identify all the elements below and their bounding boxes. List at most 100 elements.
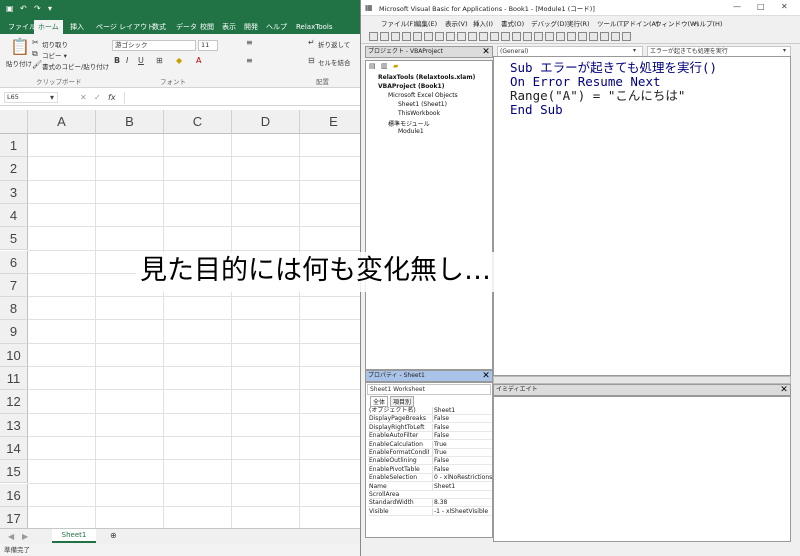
- row-header[interactable]: 2: [0, 157, 28, 181]
- prev-sheet-icon[interactable]: ◀: [8, 532, 14, 542]
- project-close-icon[interactable]: ✕: [481, 47, 491, 57]
- cut-button[interactable]: 切り取り: [42, 39, 68, 49]
- toolbar-button-icon[interactable]: [490, 32, 499, 41]
- property-value[interactable]: True: [432, 440, 492, 448]
- toolbar-button-icon[interactable]: [622, 32, 631, 41]
- vbe-menu-item[interactable]: ファイル(F): [381, 18, 416, 28]
- ribbon-tab[interactable]: 校閲: [196, 20, 218, 34]
- ribbon-tab[interactable]: RelaxTools: [292, 20, 336, 34]
- font-color-icon[interactable]: A: [196, 56, 201, 66]
- vbe-menu-item[interactable]: 表示(V): [445, 18, 468, 28]
- property-value[interactable]: False: [432, 457, 492, 465]
- column-header[interactable]: A: [28, 110, 96, 134]
- row-header[interactable]: 9: [0, 320, 28, 344]
- code-line[interactable]: Range("A") = "こんにちは": [510, 89, 685, 103]
- property-value[interactable]: -1 - xlSheetVisible: [432, 507, 492, 515]
- toolbar-button-icon[interactable]: [380, 32, 389, 41]
- formula-input[interactable]: [124, 92, 364, 104]
- immediate-close-icon[interactable]: ✕: [779, 385, 789, 395]
- property-row[interactable]: DisplayPageBreaks False: [368, 415, 492, 424]
- properties-close-icon[interactable]: ✕: [481, 371, 491, 381]
- properties-object-combo[interactable]: Sheet1 Worksheet: [367, 384, 491, 395]
- paste-button[interactable]: 貼り付け: [6, 58, 32, 68]
- merge-button[interactable]: セルを結合: [318, 57, 351, 67]
- vbe-menu-item[interactable]: デバッグ(D): [531, 18, 567, 28]
- add-sheet-icon[interactable]: ⊕: [110, 531, 117, 541]
- redo-icon[interactable]: ↷: [34, 4, 41, 14]
- select-all-corner[interactable]: [0, 110, 28, 134]
- toolbar-button-icon[interactable]: [567, 32, 576, 41]
- wrap-text-icon[interactable]: ↵: [308, 38, 315, 48]
- property-value[interactable]: False: [432, 432, 492, 440]
- fill-color-icon[interactable]: ◆: [176, 56, 182, 66]
- property-value[interactable]: False: [432, 465, 492, 473]
- vbe-menu-item[interactable]: 実行(R): [567, 18, 590, 28]
- format-painter-icon[interactable]: 🖌: [32, 60, 42, 70]
- insert-function-icon[interactable]: fx: [108, 93, 116, 103]
- align-top-icon[interactable]: ≡: [246, 38, 253, 48]
- column-header[interactable]: B: [96, 110, 164, 134]
- project-tree-item[interactable]: Module1: [398, 128, 424, 135]
- properties-tab-category[interactable]: 項目別: [390, 396, 415, 407]
- property-row[interactable]: Name Sheet1: [368, 482, 492, 491]
- property-value[interactable]: Sheet1: [432, 407, 492, 414]
- wrap-text-button[interactable]: 折り返して: [318, 39, 350, 49]
- ribbon-tab[interactable]: 開発: [240, 20, 262, 34]
- row-header[interactable]: 6: [0, 250, 28, 274]
- vbe-menu-item[interactable]: ヘルプ(H): [693, 18, 722, 28]
- column-header[interactable]: E: [300, 110, 366, 134]
- ribbon-tab[interactable]: 挿入: [66, 20, 88, 34]
- next-sheet-icon[interactable]: ▶: [22, 532, 28, 542]
- name-box-dropdown-icon[interactable]: ▾: [50, 93, 54, 103]
- toggle-folders-icon[interactable]: ▰: [393, 61, 398, 71]
- property-row[interactable]: ScrollArea: [368, 491, 492, 499]
- property-value[interactable]: 0 - xlNoRestrictions: [432, 474, 492, 482]
- project-tree-item[interactable]: ThisWorkbook: [398, 110, 440, 117]
- row-header[interactable]: 1: [0, 134, 28, 158]
- property-value[interactable]: True: [432, 449, 492, 456]
- code-line[interactable]: On Error Resume Next: [510, 75, 661, 89]
- column-header[interactable]: C: [164, 110, 232, 134]
- vbe-menu-item[interactable]: 書式(O): [501, 18, 524, 28]
- paste-icon[interactable]: 📋: [10, 38, 30, 56]
- property-value[interactable]: False: [432, 423, 492, 431]
- vbe-menu-item[interactable]: アドイン(A): [623, 18, 659, 28]
- toolbar-button-icon[interactable]: [523, 32, 532, 41]
- copy-button[interactable]: コピー ▾: [42, 50, 67, 60]
- maximize-icon[interactable]: □: [757, 2, 765, 12]
- save-icon[interactable]: ▣: [6, 4, 14, 14]
- ribbon-tab[interactable]: 表示: [218, 20, 240, 34]
- code-line[interactable]: Sub エラーが起きても処理を実行(): [510, 61, 717, 75]
- property-row[interactable]: DisplayRightToLeft False: [368, 423, 492, 432]
- align-left-icon[interactable]: ≡: [246, 56, 253, 66]
- row-header[interactable]: 16: [0, 483, 28, 507]
- property-row[interactable]: EnableAutoFilter False: [368, 432, 492, 441]
- toolbar-button-icon[interactable]: [479, 32, 488, 41]
- undo-icon[interactable]: ↶: [20, 4, 27, 14]
- toolbar-button-icon[interactable]: [512, 32, 521, 41]
- toolbar-button-icon[interactable]: [501, 32, 510, 41]
- property-row[interactable]: (オブジェクト名) Sheet1: [368, 407, 492, 415]
- bold-icon[interactable]: B: [114, 56, 120, 66]
- row-header[interactable]: 5: [0, 227, 28, 251]
- minimize-icon[interactable]: —: [733, 2, 741, 12]
- toolbar-button-icon[interactable]: [435, 32, 444, 41]
- column-header[interactable]: D: [232, 110, 300, 134]
- immediate-window[interactable]: [493, 396, 791, 542]
- properties-tab-alpha[interactable]: 全体: [370, 396, 389, 407]
- code-window[interactable]: Sub エラーが起きても処理を実行() On Error Resume Next R…: [493, 56, 791, 376]
- row-header[interactable]: 4: [0, 203, 28, 228]
- project-tree-item[interactable]: Sheet1 (Sheet1): [398, 101, 447, 108]
- property-value[interactable]: False: [432, 415, 492, 423]
- copy-icon[interactable]: ⧉: [32, 49, 38, 59]
- view-object-icon[interactable]: ▥: [381, 61, 388, 71]
- object-combo-arrow-icon[interactable]: ▾: [633, 46, 636, 56]
- project-tree-item[interactable]: RelaxTools (Relaxtools.xlam): [378, 74, 475, 81]
- row-header[interactable]: 11: [0, 367, 28, 391]
- vbe-menu-item[interactable]: 編集(E): [415, 18, 437, 28]
- property-value[interactable]: 8.38: [432, 499, 492, 507]
- toolbar-button-icon[interactable]: [446, 32, 455, 41]
- toolbar-button-icon[interactable]: [578, 32, 587, 41]
- toolbar-button-icon[interactable]: [369, 32, 378, 41]
- cut-icon[interactable]: ✂: [32, 38, 39, 48]
